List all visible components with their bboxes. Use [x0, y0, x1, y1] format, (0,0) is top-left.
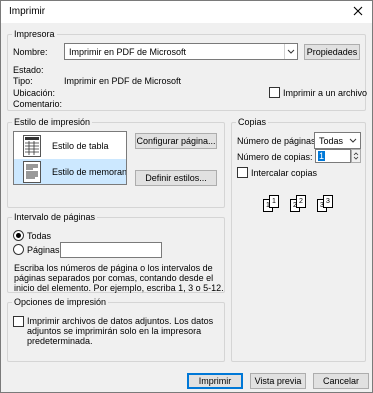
- page-range-group-label: Intervalo de páginas: [12, 212, 98, 222]
- copies-count-input[interactable]: 1: [315, 149, 351, 163]
- page-range-help-text: Escriba los números de página o los inte…: [14, 263, 224, 293]
- type-value: Imprimir en PDF de Microsoft: [64, 76, 182, 86]
- type-label: Tipo:: [13, 76, 33, 86]
- chevron-down-icon: [347, 133, 360, 148]
- copies-group-label: Copias: [236, 117, 269, 127]
- chevron-down-icon: [284, 44, 297, 59]
- print-options-group-label: Opciones de impresión: [12, 297, 109, 307]
- print-to-file-label[interactable]: Imprimir a un archivo: [283, 88, 367, 98]
- preview-button[interactable]: Vista previa: [250, 373, 306, 389]
- dialog-title: Imprimir: [9, 6, 46, 17]
- style-item-memo[interactable]: Estilo de memorando: [14, 159, 127, 184]
- collate-page: 3: [323, 195, 333, 208]
- stepper-arrows-icon: [353, 152, 359, 160]
- pages-count-select[interactable]: Todas: [314, 132, 361, 149]
- copies-count-label: Número de copias:: [237, 152, 313, 162]
- status-label: Estado:: [13, 65, 44, 75]
- printer-name-select[interactable]: Imprimir en PDF de Microsoft: [64, 43, 298, 60]
- close-icon[interactable]: [350, 3, 366, 19]
- cancel-button[interactable]: Cancelar: [313, 373, 369, 389]
- pages-radio[interactable]: [13, 244, 24, 255]
- collate-illustration: 1 1 2 2 3 3: [263, 195, 343, 215]
- copies-stepper[interactable]: [351, 149, 361, 163]
- copies-count-value: 1: [318, 151, 326, 161]
- comment-label: Comentario:: [13, 99, 63, 109]
- pages-count-label: Número de páginas:: [237, 136, 319, 146]
- all-pages-radio[interactable]: [13, 230, 24, 241]
- style-item-table[interactable]: Estilo de tabla: [14, 133, 126, 159]
- collate-checkbox[interactable]: [237, 167, 248, 178]
- style-item-label: Estilo de memorando: [52, 167, 127, 177]
- printer-name-value: Imprimir en PDF de Microsoft: [69, 47, 187, 57]
- pages-input[interactable]: [60, 242, 162, 258]
- collate-page: 2: [296, 195, 306, 208]
- print-to-file-checkbox[interactable]: [269, 87, 280, 98]
- printer-group-label: Impresora: [12, 29, 57, 39]
- configure-page-button[interactable]: Configurar página...: [135, 133, 217, 149]
- print-button[interactable]: Imprimir: [187, 373, 243, 389]
- title-bar: Imprimir: [1, 1, 372, 23]
- table-style-icon: [23, 135, 41, 157]
- print-style-list[interactable]: Estilo de tabla Estilo de memorando: [13, 131, 127, 185]
- define-styles-button[interactable]: Definir estilos...: [135, 170, 217, 186]
- memo-style-icon: [23, 161, 41, 183]
- attachments-label[interactable]: Imprimir archivos de datos adjuntos. Los…: [27, 316, 219, 346]
- print-dialog: Imprimir Impresora Nombre: Imprimir en P…: [0, 0, 373, 393]
- collate-label[interactable]: Intercalar copias: [251, 168, 317, 178]
- location-label: Ubicación:: [13, 88, 56, 98]
- attachments-checkbox[interactable]: [13, 316, 24, 327]
- pages-count-value: Todas: [319, 136, 344, 146]
- style-item-label: Estilo de tabla: [52, 141, 109, 151]
- all-pages-label[interactable]: Todas: [27, 231, 51, 241]
- pages-label[interactable]: Páginas:: [27, 245, 62, 255]
- collate-page: 1: [269, 195, 279, 208]
- printer-name-label: Nombre:: [13, 47, 48, 57]
- print-style-group-label: Estilo de impresión: [12, 117, 93, 127]
- properties-button[interactable]: Propiedades: [304, 44, 360, 60]
